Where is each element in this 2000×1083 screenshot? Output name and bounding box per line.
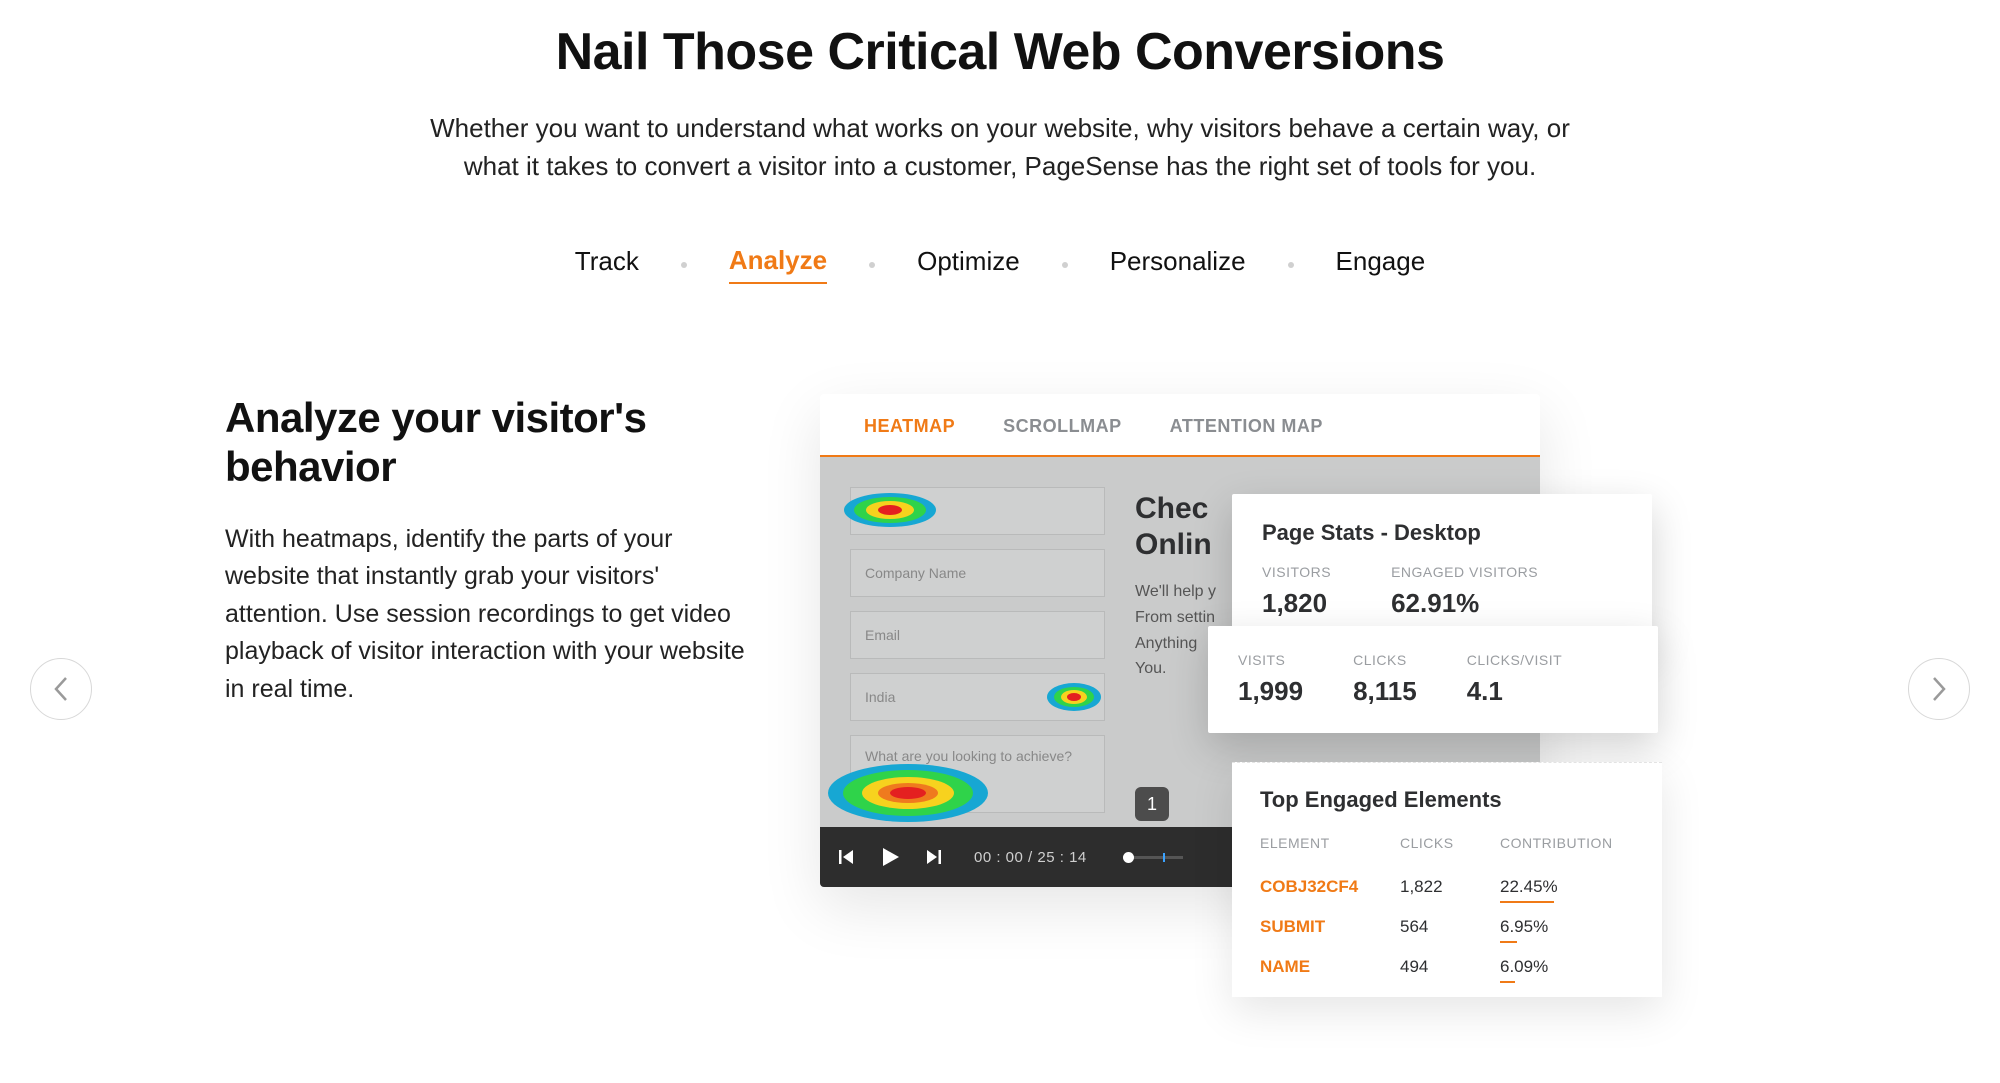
form-field-name: [850, 487, 1105, 535]
engaged-element: SUBMIT: [1260, 917, 1400, 937]
page-stats-card: Page Stats - Desktop VISITORS 1,820 ENGA…: [1232, 494, 1652, 645]
skip-back-icon: [838, 848, 856, 866]
preview-heading: ChecOnlin: [1135, 491, 1216, 563]
stat-label: ENGAGED VISITORS: [1391, 564, 1538, 580]
engaged-row: SUBMIT5646.95%: [1260, 907, 1634, 947]
engaged-contribution: 22.45%: [1500, 877, 1634, 897]
stat-value: 8,115: [1353, 676, 1417, 707]
tab-personalize[interactable]: Personalize: [1110, 246, 1246, 283]
preview-text: We'll help y From settin Anything You.: [1135, 579, 1216, 681]
section-body: With heatmaps, identify the parts of you…: [225, 521, 755, 709]
form-field-country: India: [850, 673, 1105, 721]
tab-engage[interactable]: Engage: [1336, 246, 1426, 283]
player-progress[interactable]: [1123, 856, 1183, 859]
top-engaged-card: Top Engaged Elements ELEMENT CLICKS CONT…: [1232, 762, 1662, 997]
visits-stats-card: VISITS 1,999 CLICKS 8,115 CLICKS/VISIT 4…: [1208, 626, 1658, 733]
player-time: 00 : 00 / 25 : 14: [974, 849, 1087, 866]
engaged-row: COBJ32CF41,82222.45%: [1260, 867, 1634, 907]
chevron-left-icon: [52, 675, 70, 703]
stat-value: 62.91%: [1391, 588, 1538, 619]
player-prev-button[interactable]: [838, 848, 856, 866]
engaged-clicks: 1,822: [1400, 877, 1500, 897]
tab-separator: [1062, 262, 1068, 268]
page-subtitle: Whether you want to understand what work…: [400, 110, 1600, 185]
engaged-header-element: ELEMENT: [1260, 835, 1400, 851]
form-field-value: India: [865, 689, 895, 705]
stat-label: CLICKS/VISIT: [1467, 652, 1562, 668]
stat-value: 1,999: [1238, 676, 1303, 707]
section-title: Analyze your visitor's behavior: [225, 394, 755, 491]
engaged-header-clicks: CLICKS: [1400, 835, 1500, 851]
form-field-company: Company Name: [850, 549, 1105, 597]
engaged-header-contribution: CONTRIBUTION: [1500, 835, 1634, 851]
form-field-email: Email: [850, 611, 1105, 659]
engaged-clicks: 564: [1400, 917, 1500, 937]
heatmap-tab-scrollmap[interactable]: SCROLLMAP: [979, 394, 1146, 455]
player-next-button[interactable]: [924, 848, 942, 866]
play-icon: [878, 845, 902, 869]
stat-value: 4.1: [1467, 676, 1562, 707]
engaged-contribution: 6.95%: [1500, 917, 1634, 937]
tab-analyze[interactable]: Analyze: [729, 245, 827, 284]
stats-card-title: Page Stats - Desktop: [1262, 520, 1622, 546]
player-progress-handle[interactable]: [1123, 852, 1134, 863]
engaged-clicks: 494: [1400, 957, 1500, 977]
tab-separator: [681, 262, 687, 268]
heatmap-tab-attention[interactable]: ATTENTION MAP: [1146, 394, 1347, 455]
tab-separator: [1288, 262, 1294, 268]
engaged-row: NAME4946.09%: [1260, 947, 1634, 987]
engaged-title: Top Engaged Elements: [1260, 787, 1634, 813]
player-tooltip: 1: [1135, 787, 1169, 821]
skip-forward-icon: [924, 848, 942, 866]
player-progress-marker: [1163, 853, 1165, 862]
heat-blob-icon: [826, 763, 991, 823]
carousel-next-button[interactable]: [1908, 658, 1970, 720]
chevron-right-icon: [1930, 675, 1948, 703]
main-tabs: Track Analyze Optimize Personalize Engag…: [0, 245, 2000, 284]
heat-blob-icon: [1046, 682, 1102, 712]
engaged-element: COBJ32CF4: [1260, 877, 1400, 897]
heat-blob-icon: [843, 492, 938, 528]
stat-label: VISITORS: [1262, 564, 1331, 580]
player-play-button[interactable]: [878, 845, 902, 869]
heatmap-tabs: HEATMAP SCROLLMAP ATTENTION MAP: [820, 394, 1540, 457]
stat-value: 1,820: [1262, 588, 1331, 619]
engaged-contribution: 6.09%: [1500, 957, 1634, 977]
heatmap-tab-heatmap[interactable]: HEATMAP: [840, 394, 979, 455]
carousel-prev-button[interactable]: [30, 658, 92, 720]
page-title: Nail Those Critical Web Conversions: [0, 22, 2000, 82]
product-screenshot: HEATMAP SCROLLMAP ATTENTION MAP Company …: [820, 394, 1710, 887]
tab-separator: [869, 262, 875, 268]
stat-label: CLICKS: [1353, 652, 1417, 668]
tab-track[interactable]: Track: [575, 246, 639, 283]
stat-label: VISITS: [1238, 652, 1303, 668]
engaged-element: NAME: [1260, 957, 1400, 977]
tab-optimize[interactable]: Optimize: [917, 246, 1020, 283]
